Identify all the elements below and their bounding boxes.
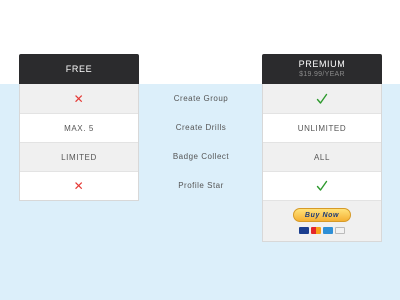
free-plan-column: FREE ✕ MAX. 5 LIMITED ✕ [19,54,139,201]
free-create-drills-cell: MAX. 5 [20,113,138,142]
premium-profile-star-cell [263,171,381,200]
feature-label-badge-collect: Badge Collect [172,152,230,161]
premium-plan-header: PREMIUM $19.99/YEAR [262,54,382,84]
premium-create-drills-cell: UNLIMITED [263,113,381,142]
cross-icon: ✕ [73,91,85,106]
premium-buy-cell: Buy Now [263,200,381,241]
free-badge-collect-value: LIMITED [61,152,97,162]
premium-badge-collect-value: ALL [313,152,331,162]
free-create-group-cell: ✕ [20,84,138,113]
amex-card-icon [323,227,333,234]
feature-label-profile-star: Profile Star [178,181,224,190]
feature-label-create-drills: Create Drills [175,123,227,132]
premium-plan-price: $19.99/YEAR [299,71,345,78]
premium-create-group-cell [263,84,381,113]
premium-plan-column: PREMIUM $19.99/YEAR UNLIMITED ALL Buy No… [262,54,382,242]
buy-now-button[interactable]: Buy Now [293,208,351,222]
visa-card-icon [299,227,309,234]
check-icon [316,180,328,191]
premium-create-drills-value: UNLIMITED [297,123,347,133]
cross-icon: ✕ [73,179,85,193]
free-plan-name: FREE [65,63,93,74]
check-icon [316,93,328,104]
free-create-drills-value: MAX. 5 [64,123,94,133]
free-profile-star-cell: ✕ [20,171,138,200]
buy-now-label: Buy Now [304,211,340,219]
free-badge-collect-cell: LIMITED [20,142,138,171]
free-plan-header: FREE [19,54,139,84]
mastercard-icon [311,227,321,234]
premium-badge-collect-cell: ALL [263,142,381,171]
payment-cards [299,227,345,234]
discover-card-icon [335,227,345,234]
feature-label-create-group: Create Group [173,94,229,103]
premium-plan-name: PREMIUM [298,59,346,69]
